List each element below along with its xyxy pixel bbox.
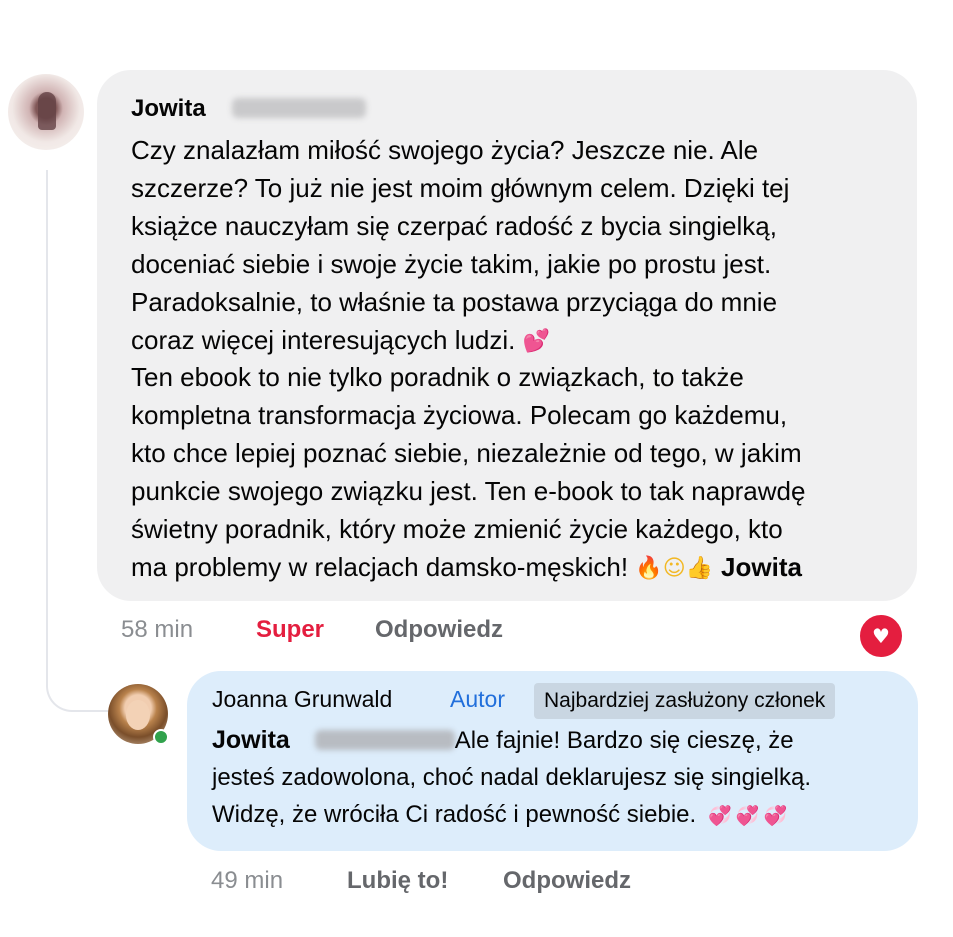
- commenter-avatar[interactable]: [8, 74, 84, 150]
- reply-text: Jowita Ale fajnie! Bardzo się cieszę, że …: [212, 722, 912, 835]
- comment-line: doceniać siebie i swoje życie takim, jak…: [131, 248, 772, 279]
- reply-timestamp[interactable]: 49 min: [211, 867, 283, 895]
- author-badge: Autor: [450, 686, 505, 712]
- online-status-icon: [153, 729, 169, 745]
- reply-line-text: Ale fajnie! Bardzo się cieszę, że: [454, 727, 794, 754]
- reply-line: jesteś zadowolona, choć nadal deklarujes…: [212, 764, 812, 791]
- comment-line: szczerze? To już nie jest moim głównym c…: [131, 172, 790, 203]
- revolving-hearts-emoji-icon: 💞💞💞: [708, 806, 792, 827]
- reply-button[interactable]: Odpowiedz: [375, 616, 503, 644]
- heart-reaction-icon[interactable]: ♥: [858, 613, 904, 659]
- comment-line: świetny poradnik, który może zmienić życ…: [131, 514, 783, 545]
- comment-timestamp[interactable]: 58 min: [121, 616, 193, 644]
- reply-line: Widzę, że wróciła Ci radość i pewność si…: [212, 796, 912, 835]
- super-reaction-button[interactable]: Super: [256, 616, 324, 644]
- comment-line-text: coraz więcej interesujących ludzi.: [131, 324, 516, 355]
- reply-line-text: Widzę, że wróciła Ci radość i pewność si…: [212, 801, 697, 828]
- like-button[interactable]: Lubię to!: [347, 867, 448, 895]
- comment-line: książce nauczyłam się czerpać radość z b…: [131, 210, 777, 241]
- reply-line: Jowita Ale fajnie! Bardzo się cieszę, że: [212, 722, 912, 759]
- comment-signature: Jowita: [721, 551, 802, 582]
- comment-line: kompletna transformacja życiowa. Polecam…: [131, 400, 788, 431]
- comment-line: ma problemy w relacjach damsko-męskich! …: [131, 549, 911, 587]
- comment-text: Czy znalazłam miłość swojego życia? Jesz…: [131, 132, 911, 587]
- top-member-badge: Najbardziej zasłużony członek: [534, 683, 836, 719]
- avatar-face: [126, 700, 150, 730]
- comment-line: Czy znalazłam miłość swojego życia? Jesz…: [131, 135, 759, 165]
- comment-line: coraz więcej interesujących ludzi. 💕: [131, 322, 911, 360]
- fire-emoji-icon: 🔥: [635, 556, 663, 582]
- comment-line: Paradoksalnie, to właśnie ta postawa prz…: [131, 286, 778, 317]
- comment-line-text: ma problemy w relacjach damsko-męskich!: [131, 551, 629, 582]
- comment-line: punkcie swojego związku jest. Ten e-book…: [131, 476, 806, 507]
- thumbs-up-emoji-icon: 👍: [685, 556, 714, 582]
- avatar-figure: [38, 92, 56, 130]
- comment-thread: Jowita Czy znalazłam miłość swojego życi…: [0, 0, 953, 937]
- smile-emoji-icon: ☺: [662, 556, 686, 582]
- reply-button[interactable]: Odpowiedz: [503, 867, 631, 895]
- mention-tag[interactable]: Jowita: [212, 726, 290, 754]
- comment-author-name[interactable]: Jowita: [131, 95, 206, 123]
- blurred-surname: [232, 98, 366, 118]
- two-hearts-emoji-icon: 💕: [522, 328, 551, 354]
- comment-line: kto chce lepiej poznać siebie, niezależn…: [131, 438, 802, 469]
- heart-glyph: ♥: [872, 624, 890, 648]
- reply-author-name[interactable]: Joanna Grunwald: [212, 686, 392, 713]
- comment-line: Ten ebook to nie tylko poradnik o związk…: [131, 362, 744, 393]
